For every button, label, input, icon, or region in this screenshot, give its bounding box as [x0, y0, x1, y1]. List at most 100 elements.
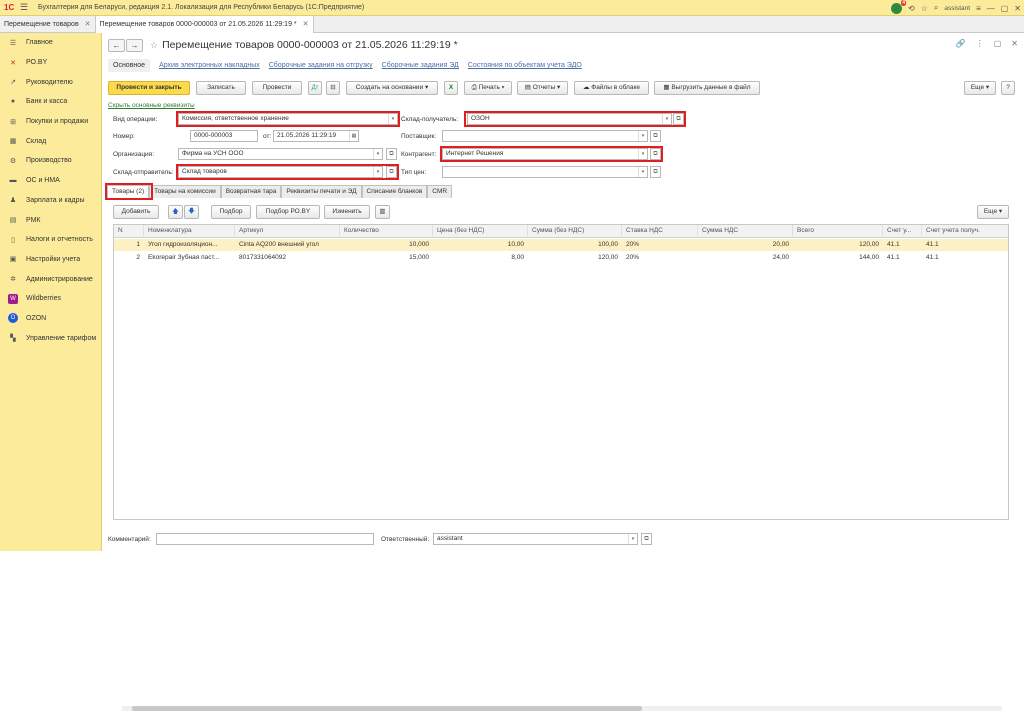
column-header[interactable]: Всего: [793, 225, 883, 238]
comment-field[interactable]: [156, 533, 374, 545]
search-icon[interactable]: ⌕: [934, 3, 938, 13]
tab-goods-on-commission[interactable]: Товары на комиссии: [149, 185, 221, 198]
horizontal-scrollbar[interactable]: [122, 706, 1002, 711]
save-button[interactable]: Записать: [196, 81, 246, 95]
move-up-icon[interactable]: 🡅: [168, 205, 183, 219]
responsible-field[interactable]: assistant ▾: [433, 533, 638, 545]
section-main[interactable]: Основное: [108, 59, 151, 72]
column-header[interactable]: N: [114, 225, 144, 238]
sidebar-item-bank[interactable]: ● Банк и касса: [0, 92, 101, 112]
change-button[interactable]: Изменить: [324, 205, 370, 219]
column-header[interactable]: Ставка НДС: [622, 225, 698, 238]
create-based-on-button[interactable]: Создать на основании ▾: [346, 81, 438, 95]
main-menu-icon[interactable]: ☰: [18, 2, 30, 13]
sidebar-item-assets[interactable]: ▬ ОС и НМА: [0, 171, 101, 191]
reports-button[interactable]: ▤ Отчеты ▾: [517, 81, 568, 95]
section-electronic-waybills[interactable]: Архив электронных накладных: [159, 62, 260, 69]
tab-returnable-packaging[interactable]: Возвратная тара: [220, 185, 282, 198]
section-assembly-tasks-ed[interactable]: Сборочные задания ЭД: [382, 62, 459, 69]
column-header[interactable]: Счет у...: [883, 225, 922, 238]
column-header[interactable]: Счет учета получ.: [922, 225, 1008, 238]
open-organization-icon[interactable]: ⧉: [386, 148, 397, 160]
tab-print-details[interactable]: Реквизиты печати и ЭД: [281, 185, 362, 198]
dt-kt-icon[interactable]: Дт: [308, 81, 322, 95]
settings-menu-icon[interactable]: ≡: [976, 4, 981, 13]
minimize-icon[interactable]: —: [987, 4, 995, 13]
notifications-icon[interactable]: ✓ 4: [891, 0, 907, 14]
sidebar-item-warehouse[interactable]: ▦ Склад: [0, 131, 101, 151]
table-row[interactable]: 1 Угол гидроизоляцион... Cinta AQ200 вне…: [114, 239, 1008, 251]
column-header[interactable]: Сумма НДС: [698, 225, 793, 238]
sidebar-item-taxes[interactable]: ▯ Налоги и отчетность: [0, 230, 101, 250]
tab-transfer-list[interactable]: Перемещение товаров ✕: [0, 16, 96, 33]
excel-icon[interactable]: X: [444, 81, 458, 95]
dropdown-arrow-icon[interactable]: ▾: [638, 167, 647, 177]
column-header[interactable]: Номенклатура: [144, 225, 235, 238]
price-type-field[interactable]: ▾: [442, 166, 648, 178]
open-supplier-icon[interactable]: ⧉: [650, 130, 661, 142]
column-header[interactable]: Артикул: [235, 225, 340, 238]
sidebar-item-purchases[interactable]: ⊞ Покупки и продажи: [0, 112, 101, 132]
maximize-form-icon[interactable]: ▢: [994, 39, 1002, 48]
sidebar-item-main[interactable]: ☰ Главное: [0, 33, 101, 53]
sidebar-item-ozon[interactable]: O OZON: [0, 309, 101, 329]
sidebar-item-wildberries[interactable]: W Wildberries: [0, 289, 101, 309]
more-button[interactable]: Еще ▾: [964, 81, 996, 95]
supplier-field[interactable]: ▾: [442, 130, 648, 142]
close-icon[interactable]: ✕: [1014, 4, 1021, 13]
tab-blank-writeoff[interactable]: Списание бланков: [361, 185, 428, 198]
open-price-type-icon[interactable]: ⧉: [650, 166, 661, 178]
favorite-star-icon[interactable]: ☆: [150, 40, 158, 51]
number-field[interactable]: 0000-000003: [190, 130, 258, 142]
table-row[interactable]: 2 Ekorepair Зубная паст... 8017331064092…: [114, 252, 1008, 264]
post-and-close-button[interactable]: Провести и закрыть: [108, 81, 190, 95]
open-responsible-icon[interactable]: ⧉: [641, 533, 652, 545]
scrollbar-thumb[interactable]: [132, 706, 642, 711]
pick-ro-button[interactable]: Подбор РО.BY: [256, 205, 320, 219]
add-row-button[interactable]: Добавить: [113, 205, 159, 219]
link-icon[interactable]: 🔗: [956, 39, 966, 48]
sidebar-item-administration[interactable]: ✲ Администрирование: [0, 269, 101, 289]
dropdown-arrow-icon[interactable]: ▾: [638, 131, 647, 141]
help-button[interactable]: ?: [1001, 81, 1015, 95]
forward-button[interactable]: →: [126, 38, 143, 52]
tab-transfer-document[interactable]: Перемещение товаров 0000-000003 от 21.05…: [95, 16, 314, 33]
barcode-icon[interactable]: ▥: [375, 205, 390, 219]
column-header[interactable]: Сумма (без НДС): [528, 225, 622, 238]
maximize-icon[interactable]: ▢: [1001, 4, 1009, 13]
table-more-button[interactable]: Еще ▾: [977, 205, 1009, 219]
organization-field[interactable]: Фирма на УСН ООО ▾: [178, 148, 383, 160]
column-header[interactable]: Цена (без НДС): [433, 225, 528, 238]
structure-icon[interactable]: ⊟: [326, 81, 340, 95]
upload-data-button[interactable]: ▦ Выгрузить данные в файл: [654, 81, 760, 95]
section-assembly-tasks-shipping[interactable]: Сборочные задания на отгрузку: [269, 62, 373, 69]
sidebar-item-tariff[interactable]: ▚ Управление тарифом: [0, 328, 101, 348]
more-options-icon[interactable]: ⋮: [976, 39, 984, 48]
back-button[interactable]: ←: [108, 38, 125, 52]
sidebar-item-salary[interactable]: ♟ Зарплата и кадры: [0, 191, 101, 211]
calendar-icon[interactable]: ▦: [349, 131, 358, 141]
user-name[interactable]: assistant: [944, 5, 970, 12]
close-form-icon[interactable]: ✕: [1011, 39, 1018, 48]
close-tab-icon[interactable]: ✕: [303, 21, 309, 28]
close-tab-icon[interactable]: ✕: [85, 21, 91, 28]
print-button[interactable]: ⎙ Печать ▾: [464, 81, 512, 95]
hide-details-link[interactable]: Скрыть основные реквизиты: [108, 102, 195, 109]
move-down-icon[interactable]: 🡇: [184, 205, 199, 219]
date-field[interactable]: 21.05.2026 11:29:19 ▦: [273, 130, 359, 142]
tab-cmr[interactable]: CMR: [427, 185, 453, 198]
dropdown-arrow-icon[interactable]: ▾: [628, 534, 637, 544]
sidebar-item-rmk[interactable]: ▤ РМК: [0, 210, 101, 230]
pick-button[interactable]: Подбор: [211, 205, 251, 219]
post-button[interactable]: Провести: [252, 81, 302, 95]
cloud-files-button[interactable]: ☁ Файлы в облаке: [574, 81, 649, 95]
sidebar-item-accounting-settings[interactable]: ▣ Настройки учета: [0, 250, 101, 270]
favorites-icon[interactable]: ☆: [921, 4, 928, 13]
dropdown-arrow-icon[interactable]: ▾: [373, 149, 382, 159]
column-header[interactable]: Количество: [340, 225, 433, 238]
section-edo-states[interactable]: Состояния по объектам учета ЭДО: [468, 62, 582, 69]
history-icon[interactable]: ⟲: [908, 4, 915, 13]
sidebar-item-ro-by[interactable]: ✕ РО.BY: [0, 53, 101, 73]
sidebar-item-manager[interactable]: ↗ Руководителю: [0, 72, 101, 92]
sidebar-item-production[interactable]: ⚙ Производство: [0, 151, 101, 171]
